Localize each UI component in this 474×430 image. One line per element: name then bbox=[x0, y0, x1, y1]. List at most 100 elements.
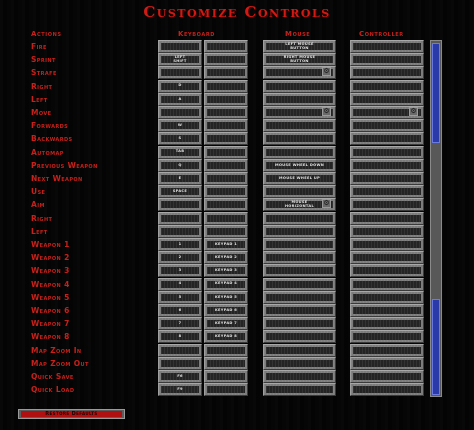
keyboard-secondary-slot[interactable] bbox=[204, 132, 248, 146]
keyboard-primary-slot[interactable] bbox=[158, 356, 202, 370]
controller-binding-slot[interactable] bbox=[350, 172, 424, 185]
keyboard-secondary-slot[interactable] bbox=[204, 40, 248, 53]
controller-binding-slot[interactable] bbox=[350, 343, 424, 357]
controller-binding-slot[interactable] bbox=[350, 370, 424, 383]
mouse-binding-slot[interactable]: MOUSE WHEEL DOWN bbox=[263, 158, 336, 172]
mouse-binding-slot[interactable] bbox=[263, 238, 336, 251]
gear-icon[interactable]: ⚙ bbox=[322, 107, 331, 116]
keyboard-primary-slot[interactable]: 5 bbox=[158, 290, 202, 304]
keyboard-primary-slot[interactable]: W bbox=[158, 119, 202, 133]
keyboard-secondary-slot[interactable] bbox=[204, 172, 248, 185]
controller-binding-slot[interactable] bbox=[350, 198, 424, 212]
controller-binding-slot[interactable] bbox=[350, 40, 424, 53]
controller-binding-slot[interactable] bbox=[350, 356, 424, 370]
keyboard-primary-slot[interactable]: D bbox=[158, 79, 202, 93]
mouse-binding-slot[interactable] bbox=[263, 211, 336, 225]
controller-binding-slot[interactable] bbox=[350, 66, 424, 80]
keyboard-secondary-slot[interactable] bbox=[204, 343, 248, 357]
mouse-binding-slot[interactable] bbox=[263, 277, 336, 291]
controller-binding-slot[interactable] bbox=[350, 304, 424, 317]
keyboard-primary-slot[interactable]: F6 bbox=[158, 370, 202, 383]
mouse-binding-slot[interactable] bbox=[263, 264, 336, 278]
keyboard-primary-slot[interactable]: Q bbox=[158, 158, 202, 172]
controller-binding-slot[interactable] bbox=[350, 277, 424, 291]
keyboard-primary-slot[interactable]: 2 bbox=[158, 251, 202, 265]
keyboard-secondary-slot[interactable] bbox=[204, 356, 248, 370]
keyboard-primary-slot[interactable]: 7 bbox=[158, 317, 202, 331]
keyboard-primary-slot[interactable]: F9 bbox=[158, 383, 202, 397]
keyboard-secondary-slot[interactable] bbox=[204, 106, 248, 119]
controller-binding-slot[interactable] bbox=[350, 238, 424, 251]
keyboard-primary-slot[interactable] bbox=[158, 343, 202, 357]
controller-binding-slot[interactable] bbox=[350, 145, 424, 159]
keyboard-secondary-slot[interactable] bbox=[204, 211, 248, 225]
gear-icon[interactable]: ⚙ bbox=[322, 67, 331, 77]
keyboard-secondary-slot[interactable]: KEYPAD 4 bbox=[204, 277, 248, 291]
mouse-binding-slot[interactable] bbox=[263, 304, 336, 317]
mouse-binding-slot[interactable] bbox=[263, 356, 336, 370]
mouse-binding-slot[interactable] bbox=[263, 79, 336, 93]
keyboard-primary-slot[interactable]: LEFT SHIFT bbox=[158, 53, 202, 67]
controller-binding-slot[interactable] bbox=[350, 119, 424, 133]
keyboard-secondary-slot[interactable] bbox=[204, 66, 248, 80]
controller-binding-slot[interactable] bbox=[350, 185, 424, 199]
keyboard-primary-slot[interactable]: S bbox=[158, 132, 202, 146]
keyboard-secondary-slot[interactable]: KEYPAD 3 bbox=[204, 264, 248, 278]
mouse-binding-slot[interactable] bbox=[263, 132, 336, 146]
controller-binding-slot[interactable] bbox=[350, 132, 424, 146]
keyboard-secondary-slot[interactable]: KEYPAD 8 bbox=[204, 330, 248, 344]
restore-defaults-button[interactable]: Restore Defaults bbox=[18, 409, 125, 419]
keyboard-primary-slot[interactable] bbox=[158, 106, 202, 119]
keyboard-primary-slot[interactable]: SPACE bbox=[158, 185, 202, 199]
keyboard-primary-slot[interactable]: E bbox=[158, 172, 202, 185]
controller-binding-slot[interactable] bbox=[350, 330, 424, 344]
keyboard-primary-slot[interactable]: 3 bbox=[158, 264, 202, 278]
keyboard-secondary-slot[interactable] bbox=[204, 370, 248, 383]
controller-binding-slot[interactable] bbox=[350, 211, 424, 225]
keyboard-secondary-slot[interactable] bbox=[204, 119, 248, 133]
keyboard-primary-slot[interactable] bbox=[158, 198, 202, 212]
keyboard-secondary-slot[interactable] bbox=[204, 224, 248, 238]
controller-binding-slot[interactable] bbox=[350, 383, 424, 397]
mouse-binding-slot[interactable] bbox=[263, 317, 336, 331]
keyboard-primary-slot[interactable] bbox=[158, 224, 202, 238]
mouse-binding-slot[interactable]: MOUSE WHEEL UP bbox=[263, 172, 336, 185]
keyboard-primary-slot[interactable] bbox=[158, 40, 202, 53]
mouse-binding-slot[interactable] bbox=[263, 383, 336, 397]
mouse-binding-slot[interactable] bbox=[263, 290, 336, 304]
keyboard-secondary-slot[interactable] bbox=[204, 198, 248, 212]
mouse-binding-slot[interactable] bbox=[263, 224, 336, 238]
keyboard-secondary-slot[interactable]: KEYPAD 6 bbox=[204, 304, 248, 317]
controller-binding-slot[interactable] bbox=[350, 317, 424, 331]
controller-binding-slot[interactable] bbox=[350, 251, 424, 265]
keyboard-secondary-slot[interactable]: KEYPAD 1 bbox=[204, 238, 248, 251]
gear-icon[interactable]: ⚙ bbox=[409, 107, 418, 116]
keyboard-primary-slot[interactable] bbox=[158, 211, 202, 225]
controller-binding-slot[interactable] bbox=[350, 92, 424, 106]
keyboard-primary-slot[interactable]: 1 bbox=[158, 238, 202, 251]
keyboard-primary-slot[interactable]: TAB bbox=[158, 145, 202, 159]
keyboard-secondary-slot[interactable] bbox=[204, 185, 248, 199]
controller-binding-slot[interactable] bbox=[350, 158, 424, 172]
keyboard-secondary-slot[interactable]: KEYPAD 7 bbox=[204, 317, 248, 331]
keyboard-secondary-slot[interactable] bbox=[204, 79, 248, 93]
controller-binding-slot[interactable] bbox=[350, 264, 424, 278]
keyboard-primary-slot[interactable]: 8 bbox=[158, 330, 202, 344]
mouse-binding-slot[interactable] bbox=[263, 119, 336, 133]
controller-binding-slot[interactable] bbox=[350, 290, 424, 304]
mouse-binding-slot[interactable] bbox=[263, 251, 336, 265]
scrollbar-thumb-bottom[interactable] bbox=[432, 299, 440, 395]
keyboard-secondary-slot[interactable] bbox=[204, 53, 248, 67]
keyboard-secondary-slot[interactable]: KEYPAD 5 bbox=[204, 290, 248, 304]
controller-binding-slot[interactable] bbox=[350, 53, 424, 67]
mouse-binding-slot[interactable]: LEFT MOUSE BUTTON bbox=[263, 40, 336, 53]
keyboard-secondary-slot[interactable] bbox=[204, 92, 248, 106]
controller-binding-slot[interactable] bbox=[350, 79, 424, 93]
mouse-binding-slot[interactable] bbox=[263, 370, 336, 383]
mouse-binding-slot[interactable] bbox=[263, 92, 336, 106]
controller-binding-slot[interactable] bbox=[350, 224, 424, 238]
mouse-binding-slot[interactable] bbox=[263, 343, 336, 357]
keyboard-primary-slot[interactable]: 4 bbox=[158, 277, 202, 291]
mouse-binding-slot[interactable] bbox=[263, 145, 336, 159]
mouse-binding-slot[interactable]: RIGHT MOUSE BUTTON bbox=[263, 53, 336, 67]
